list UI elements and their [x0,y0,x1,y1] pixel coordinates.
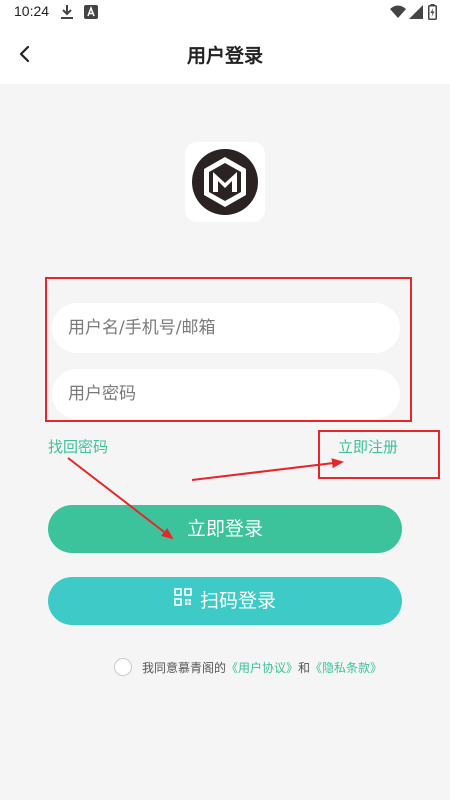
forgot-password-link[interactable]: 找回密码 [48,436,108,457]
status-bar: 10:24 [0,0,450,24]
login-button[interactable]: 立即登录 [48,505,402,553]
login-content: 找回密码 立即注册 立即登录 扫码登录 我同意慕青阁的《用户协议》和《隐私条款》 [0,84,450,800]
scan-login-label: 扫码登录 [199,590,276,612]
battery-icon [428,4,437,24]
qr-code-icon [174,576,192,624]
page-title: 用户登录 [186,45,263,67]
username-input[interactable] [52,303,400,353]
app-logo [185,142,265,222]
agreement-and: 和 [298,661,311,675]
nav-bar: 用户登录 [0,24,450,84]
annotation-arrow-register [191,458,344,481]
m-hexagon-logo [192,149,258,215]
notification-a-icon [84,4,98,23]
agreement-checkbox[interactable] [114,658,132,676]
register-link[interactable]: 立即注册 [338,436,398,457]
password-input[interactable] [52,369,400,419]
agreement-prefix: 我同意慕青阁的 [142,661,227,675]
wifi-icon [390,4,406,23]
privacy-policy-link[interactable]: 《隐私条款》 [310,661,382,675]
agreement-text: 我同意慕青阁的《用户协议》和《隐私条款》 [142,659,382,676]
status-time: 10:24 [14,3,50,19]
signal-icon [409,4,423,23]
user-agreement-link[interactable]: 《用户协议》 [226,661,298,675]
download-icon [60,4,74,24]
scan-login-button[interactable]: 扫码登录 [48,577,402,625]
